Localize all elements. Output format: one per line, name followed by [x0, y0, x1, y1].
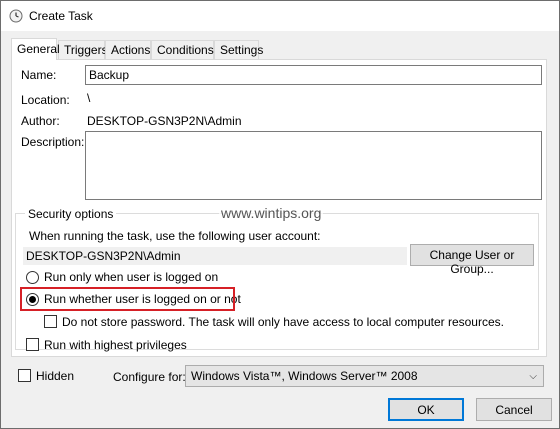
highest-privileges-label[interactable]: Run with highest privileges: [44, 338, 187, 352]
description-input[interactable]: [85, 131, 542, 200]
description-label: Description:: [21, 135, 85, 149]
user-account-field: DESKTOP-GSN3P2N\Admin: [23, 247, 407, 265]
general-content: Name: Backup Location: \ Author: DESKTOP…: [1, 1, 560, 429]
author-label: Author:: [21, 114, 60, 128]
location-label: Location:: [21, 93, 70, 107]
no-store-password-checkbox[interactable]: [44, 315, 57, 328]
radio-run-logged-on[interactable]: [26, 271, 39, 284]
highlight-box: [20, 287, 235, 311]
location-value: \: [87, 91, 91, 105]
highest-privileges-checkbox[interactable]: [26, 338, 39, 351]
author-value: DESKTOP-GSN3P2N\Admin: [87, 114, 242, 128]
security-options-title: Security options: [25, 207, 117, 221]
name-input[interactable]: Backup: [85, 65, 542, 85]
no-store-password-label[interactable]: Do not store password. The task will onl…: [62, 315, 504, 329]
account-prompt: When running the task, use the following…: [29, 229, 321, 243]
change-user-group-button[interactable]: Change User or Group...: [410, 244, 534, 276]
create-task-window: Create Task General Triggers Actions Con…: [0, 0, 560, 429]
radio-run-logged-on-label[interactable]: Run only when user is logged on: [44, 270, 218, 284]
name-label: Name:: [21, 68, 57, 82]
watermark: www.wintips.org: [219, 205, 324, 221]
